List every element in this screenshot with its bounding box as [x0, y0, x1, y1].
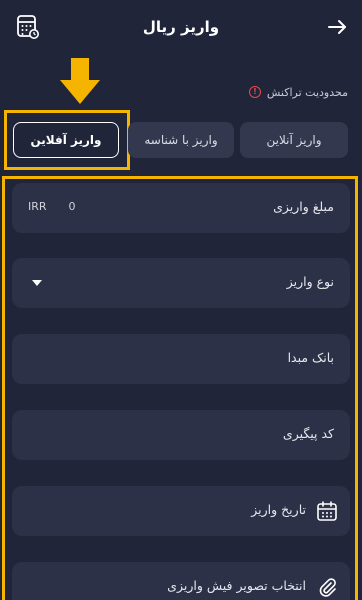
deposit-date-field[interactable]: تاریخ واریز: [12, 486, 350, 536]
tab-online-deposit[interactable]: واریز آنلاین: [240, 122, 348, 158]
tab-label: واریز آنلاین: [266, 133, 322, 147]
tracking-code-label: کد پیگیری: [282, 426, 334, 441]
caret-down-icon: [32, 280, 42, 286]
deposit-type-select[interactable]: نوع واریز: [12, 258, 350, 308]
source-bank-label: بانک مبدا: [287, 350, 334, 365]
tracking-code-field[interactable]: کد پیگیری: [12, 410, 350, 460]
app-header: واریز ریال: [0, 0, 362, 60]
form-highlight-frame: [2, 176, 358, 600]
arrow-right-icon[interactable]: [326, 16, 348, 38]
tab-label: واریز آفلاین: [30, 133, 102, 147]
tab-offline-deposit[interactable]: واریز آفلاین: [13, 122, 119, 158]
calendar-icon: [317, 501, 337, 521]
deposit-type-label: نوع واریز: [286, 274, 334, 289]
amount-number: 0: [68, 200, 76, 213]
page-title: واریز ریال: [142, 18, 220, 36]
info-icon: !: [248, 86, 261, 98]
tab-deposit-by-id[interactable]: واریز با شناسه: [128, 122, 234, 158]
source-bank-field[interactable]: بانک مبدا: [12, 334, 350, 384]
deposit-date-label: تاریخ واریز: [251, 502, 306, 517]
tab-label: واریز با شناسه: [144, 133, 218, 147]
amount-value: IRR 0: [28, 200, 76, 213]
receipt-image-label: انتخاب تصویر فیش واریزی: [167, 578, 306, 593]
amount-label: مبلغ واریزی: [273, 199, 334, 214]
receipt-image-upload[interactable]: انتخاب تصویر فیش واریزی: [12, 562, 350, 600]
currency-label: IRR: [28, 200, 47, 213]
transaction-limits-label: محدودیت تراکنش: [266, 85, 348, 99]
pointer-arrow-icon: [60, 58, 100, 104]
amount-field[interactable]: مبلغ واریزی IRR 0: [12, 183, 350, 233]
paperclip-icon: [319, 578, 336, 597]
transaction-limits-link[interactable]: محدودیت تراکنش !: [248, 82, 348, 102]
